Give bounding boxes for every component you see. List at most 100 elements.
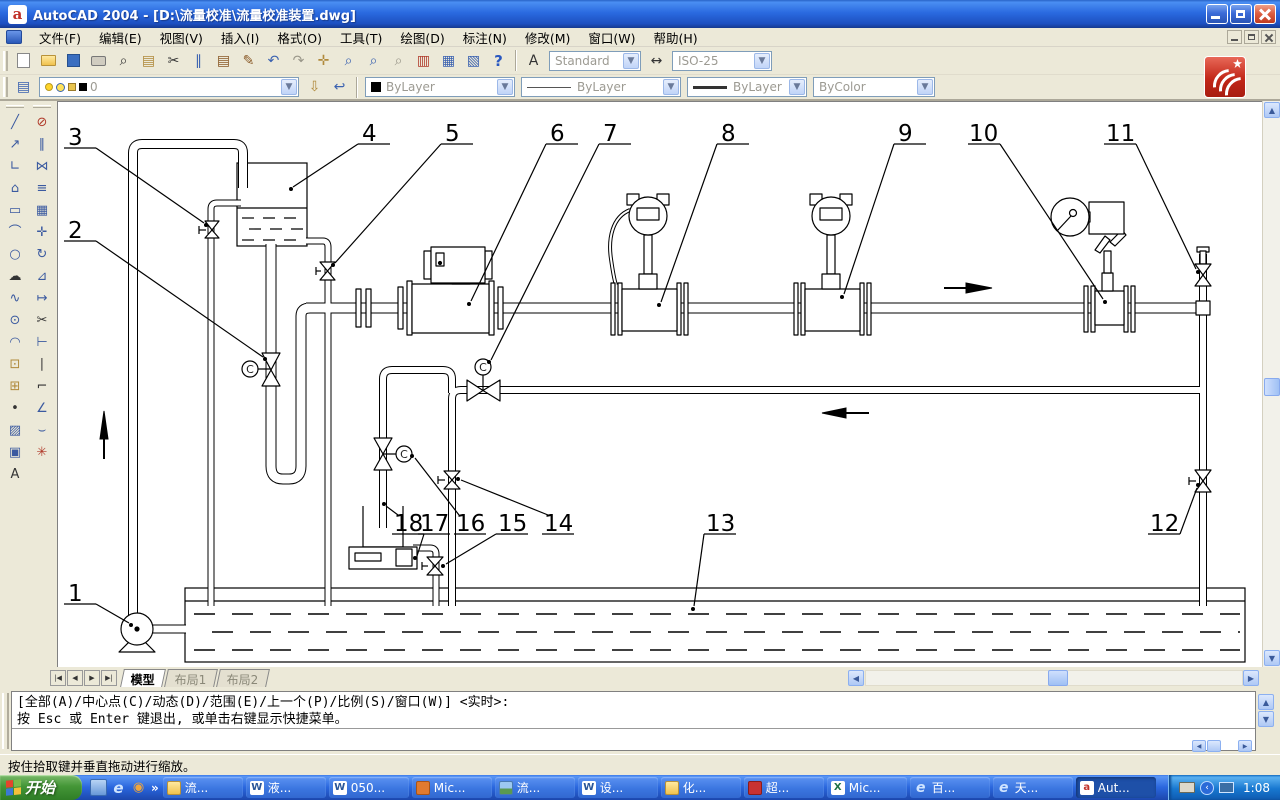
task-autocad[interactable]: a Aut... — [1076, 777, 1156, 798]
taskbar-clock[interactable]: 1:08 — [1243, 781, 1270, 795]
capture-tool-logo[interactable] — [1204, 56, 1246, 98]
tool-extend[interactable]: ⊢ — [30, 331, 54, 353]
toolbar-grip[interactable] — [3, 51, 8, 71]
zoom-previous-button[interactable]: ⌕ — [387, 49, 410, 72]
tool-revision-cloud[interactable]: ☁ — [3, 265, 27, 287]
chevron-down-icon[interactable]: ▼ — [623, 53, 639, 69]
task-ie-tian[interactable]: e 天... — [993, 777, 1073, 798]
language-tray-icon[interactable]: ‹ — [1200, 781, 1214, 795]
dim-style-combo[interactable]: ISO-25 ▼ — [672, 51, 772, 71]
document-minimize-button[interactable] — [1227, 30, 1242, 44]
linetype-combo[interactable]: ByLayer ▼ — [521, 77, 681, 97]
tool-mirror[interactable]: ⋈ — [30, 155, 54, 177]
tool-ellipse[interactable]: ⊙ — [3, 309, 27, 331]
text-style-combo[interactable]: Standard ▼ — [549, 51, 641, 71]
tool-rotate[interactable]: ↻ — [30, 243, 54, 265]
toolbar-grip[interactable] — [33, 105, 51, 108]
text-style-icon[interactable]: A — [522, 49, 545, 72]
tool-explode[interactable]: ✳ — [30, 441, 54, 463]
redo-button[interactable]: ↷ — [287, 49, 310, 72]
command-horizontal-scrollbar[interactable]: ◀ ▶ — [1192, 740, 1254, 752]
copy-button[interactable]: ∥ — [187, 49, 210, 72]
menu-draw[interactable]: 绘图(D) — [391, 26, 453, 49]
tool-break-at-point[interactable]: ∣ — [30, 353, 54, 375]
designcenter-button[interactable]: ▦ — [437, 49, 460, 72]
tool-mtext[interactable]: A — [3, 463, 27, 485]
layer-combo[interactable]: 0 ▼ — [39, 77, 299, 97]
make-object-layer-current-button[interactable]: ⇩ — [303, 76, 326, 99]
vertical-scroll-thumb[interactable] — [1264, 378, 1280, 396]
task-ie-bai[interactable]: e 百... — [910, 777, 990, 798]
zoom-window-button[interactable]: ⌕ — [362, 49, 385, 72]
command-history[interactable]: [全部(A)/中心点(C)/动态(D)/范围(E)/上一个(P)/比例(S)/窗… — [12, 692, 1255, 729]
lineweight-combo[interactable]: ByLayer ▼ — [687, 77, 807, 97]
paste-button[interactable]: ▤ — [212, 49, 235, 72]
command-window-splitter[interactable] — [2, 693, 9, 749]
layer-lock-icon[interactable] — [68, 83, 76, 91]
tool-array[interactable]: ▦ — [30, 199, 54, 221]
tool-ellipse-arc[interactable]: ◠ — [3, 331, 27, 353]
tool-construction-line[interactable]: ↗ — [3, 133, 27, 155]
task-word-she[interactable]: W 设... — [578, 777, 658, 798]
tool-make-block[interactable]: ⊞ — [3, 375, 27, 397]
toolbar-grip[interactable] — [6, 105, 24, 108]
scroll-down-icon[interactable]: ▼ — [1264, 650, 1280, 666]
tab-layout2[interactable]: 布局2 — [216, 669, 269, 687]
task-excel-mic[interactable]: X Mic... — [827, 777, 907, 798]
tool-palettes-button[interactable]: ▧ — [462, 49, 485, 72]
quicklaunch-media-player[interactable]: ◉ — [130, 779, 147, 796]
scroll-right-icon[interactable]: ▶ — [1243, 670, 1259, 686]
tool-spline[interactable]: ∿ — [3, 287, 27, 309]
document-system-menu-icon[interactable] — [6, 30, 22, 44]
canvas-vertical-scrollbar[interactable]: ▲ ▼ — [1262, 101, 1280, 667]
undo-button[interactable]: ↶ — [262, 49, 285, 72]
tool-offset[interactable]: ≡ — [30, 177, 54, 199]
menu-modify[interactable]: 修改(M) — [516, 26, 580, 49]
document-restore-button[interactable] — [1244, 30, 1259, 44]
quick-launch-overflow-chevron[interactable]: » — [151, 781, 159, 795]
network-tray-icon[interactable] — [1219, 782, 1234, 793]
plot-button[interactable] — [87, 49, 110, 72]
tool-insert-block[interactable]: ⊡ — [3, 353, 27, 375]
new-button[interactable] — [12, 49, 35, 72]
save-button[interactable] — [62, 49, 85, 72]
close-button[interactable] — [1254, 4, 1276, 24]
task-folder-hua[interactable]: 化... — [661, 777, 741, 798]
drawing-canvas[interactable]: C C C — [57, 101, 1262, 667]
chevron-down-icon[interactable]: ▼ — [789, 79, 805, 95]
layer-on-icon[interactable] — [45, 83, 53, 91]
tab-scroll-next[interactable]: ▶ — [84, 670, 100, 686]
minimize-button[interactable] — [1206, 4, 1228, 24]
tool-fillet[interactable]: ⌣ — [30, 419, 54, 441]
quicklaunch-ie[interactable]: e — [110, 779, 127, 796]
scroll-thumb[interactable] — [1207, 740, 1221, 752]
restore-button[interactable] — [1230, 4, 1252, 24]
task-word-ye[interactable]: W 液... — [246, 777, 326, 798]
command-scroll-up-icon[interactable]: ▲ — [1258, 694, 1274, 710]
match-properties-button[interactable]: ✎ — [237, 49, 260, 72]
keyboard-tray-icon[interactable] — [1179, 782, 1195, 793]
task-folder-liu[interactable]: 流... — [163, 777, 243, 798]
menu-view[interactable]: 视图(V) — [151, 26, 212, 49]
layer-previous-button[interactable]: ↩ — [328, 76, 351, 99]
zoom-realtime-button[interactable]: ⌕ — [337, 49, 360, 72]
menu-dimension[interactable]: 标注(N) — [454, 26, 516, 49]
tool-hatch[interactable]: ▨ — [3, 419, 27, 441]
menu-edit[interactable]: 编辑(E) — [90, 26, 151, 49]
chevron-down-icon[interactable]: ▼ — [917, 79, 933, 95]
tool-rectangle[interactable]: ▭ — [3, 199, 27, 221]
horizontal-scroll-thumb[interactable] — [1048, 670, 1068, 686]
command-input-line[interactable] — [12, 729, 1255, 747]
task-word-050[interactable]: W 050... — [329, 777, 409, 798]
tool-move[interactable]: ✛ — [30, 221, 54, 243]
document-close-button[interactable] — [1261, 30, 1276, 44]
cut-button[interactable]: ✂ — [162, 49, 185, 72]
menu-format[interactable]: 格式(O) — [268, 26, 331, 49]
tool-region[interactable]: ▣ — [3, 441, 27, 463]
tool-line[interactable]: ╱ — [3, 111, 27, 133]
command-scroll-down-icon[interactable]: ▼ — [1258, 711, 1274, 727]
dim-style-icon[interactable]: ↔ — [645, 49, 668, 72]
layer-manager-icon[interactable]: ▤ — [12, 76, 35, 99]
help-button[interactable]: ? — [487, 49, 510, 72]
menu-insert[interactable]: 插入(I) — [212, 26, 268, 49]
